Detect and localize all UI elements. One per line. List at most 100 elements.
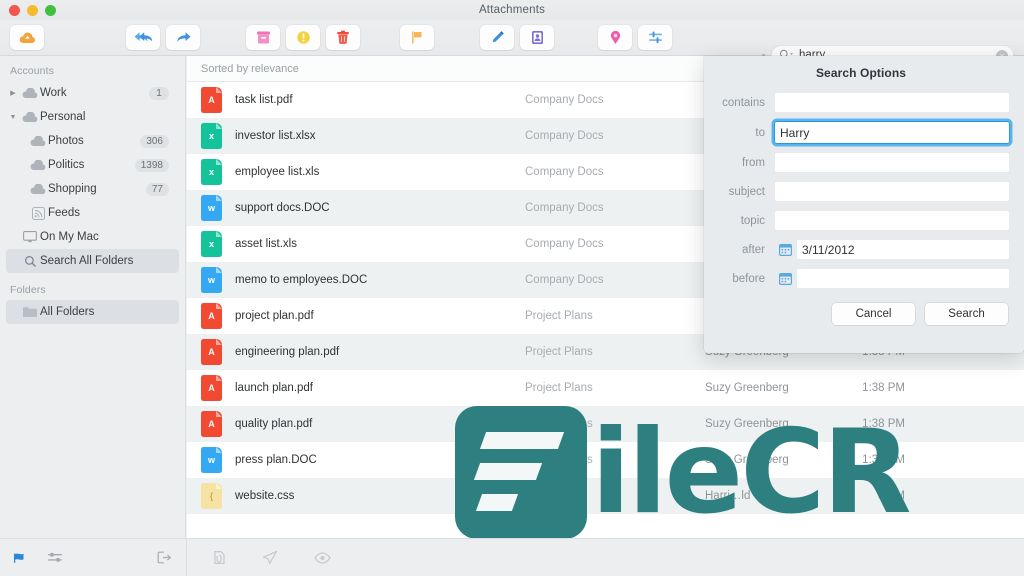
file-time: 1:38 PM bbox=[862, 454, 905, 466]
dialog-field-row: after 3/11/2012 bbox=[712, 239, 1010, 260]
file-name: launch plan.pdf bbox=[235, 382, 314, 394]
cloud-upload-button[interactable] bbox=[10, 25, 44, 50]
dialog-field-row: to Harry bbox=[712, 121, 1010, 144]
file-time: 1:38 PM bbox=[862, 418, 905, 430]
magnifier-icon bbox=[20, 255, 40, 268]
flag-icon bbox=[410, 30, 424, 45]
table-row[interactable]: Alaunch plan.pdf Project Plans Suzy Greenb… bbox=[187, 370, 1024, 406]
file-type-icon: A bbox=[201, 339, 223, 365]
filter-button[interactable] bbox=[638, 25, 672, 50]
bottom-bar-right bbox=[187, 550, 331, 565]
table-row[interactable]: w press plan.DOC Project Plans Suzy Greenbe… bbox=[187, 442, 1024, 478]
sidebar-item-politics[interactable]: Politics 1398 bbox=[6, 153, 179, 177]
dialog-field-row: subject bbox=[712, 181, 1010, 202]
field-input-topic[interactable] bbox=[774, 210, 1010, 231]
cloud-icon bbox=[28, 135, 48, 147]
sidebar-item-search-all-folders[interactable]: Search All Folders bbox=[6, 249, 179, 273]
contacts-button[interactable] bbox=[520, 25, 554, 50]
window-title: Attachments bbox=[478, 4, 546, 16]
sliders-icon[interactable] bbox=[47, 551, 63, 564]
file-sender: Suzy Greenberg bbox=[705, 454, 789, 466]
sidebar-item-personal[interactable]: ▼ Personal bbox=[6, 105, 179, 129]
table-row[interactable]: {website.css Harri…ld 3 PM bbox=[187, 478, 1024, 514]
archive-icon bbox=[256, 30, 271, 45]
toolbar: harry × bbox=[0, 20, 1024, 66]
junk-button[interactable] bbox=[286, 25, 320, 50]
field-input-to[interactable]: Harry bbox=[774, 121, 1010, 144]
file-type-icon: A bbox=[201, 411, 223, 437]
eye-icon[interactable] bbox=[314, 551, 331, 564]
attachment-icon[interactable] bbox=[213, 550, 226, 565]
archive-button[interactable] bbox=[246, 25, 280, 50]
dialog-field-row: from bbox=[712, 152, 1010, 173]
sidebar-item-photos[interactable]: Photos 306 bbox=[6, 129, 179, 153]
send-icon[interactable] bbox=[262, 550, 278, 565]
file-sender: Harri…ld bbox=[705, 490, 751, 502]
junk-icon bbox=[296, 30, 311, 45]
reply-all-button[interactable] bbox=[126, 25, 160, 50]
file-folder: Project Plans bbox=[525, 454, 593, 466]
flag-button[interactable] bbox=[400, 25, 434, 50]
sidebar-item-label: Photos bbox=[48, 135, 84, 147]
file-type-icon: w bbox=[201, 195, 223, 221]
file-name: task list.pdf bbox=[235, 94, 293, 106]
cancel-button[interactable]: Cancel bbox=[832, 303, 915, 325]
tag-icon bbox=[609, 30, 622, 45]
app-window: Attachments harry Accounts ▶ Work 1 ▼ Pe… bbox=[0, 0, 1024, 576]
forward-button[interactable] bbox=[166, 25, 200, 50]
sidebar-item-label: All Folders bbox=[40, 306, 95, 318]
sidebar-heading-accounts: Accounts bbox=[10, 65, 54, 77]
file-type-icon: x bbox=[201, 123, 223, 149]
file-name: investor list.xlsx bbox=[235, 130, 316, 142]
field-input-after[interactable]: 3/11/2012 bbox=[796, 239, 1010, 260]
file-folder: Project Plans bbox=[525, 310, 593, 322]
bottom-bar bbox=[0, 538, 1024, 576]
field-label: before bbox=[732, 272, 765, 285]
calendar-icon[interactable] bbox=[774, 272, 796, 285]
file-name: project plan.pdf bbox=[235, 310, 314, 322]
field-input-subject[interactable] bbox=[774, 181, 1010, 202]
flag-icon[interactable] bbox=[14, 552, 29, 564]
tag-button[interactable] bbox=[598, 25, 632, 50]
sidebar-item-count: 1398 bbox=[134, 158, 169, 172]
cloud-upload-icon bbox=[19, 31, 36, 45]
forward-icon bbox=[175, 31, 192, 44]
field-input-contains[interactable] bbox=[774, 92, 1010, 113]
cloud-icon bbox=[20, 87, 40, 99]
field-input-from[interactable] bbox=[774, 152, 1010, 173]
file-name: engineering plan.pdf bbox=[235, 346, 340, 358]
cloud-icon bbox=[28, 183, 48, 195]
field-label: contains bbox=[722, 96, 765, 109]
file-type-icon: A bbox=[201, 303, 223, 329]
filter-icon bbox=[648, 30, 663, 45]
table-row[interactable]: Aquality plan.pdf Project Plans Suzy Green… bbox=[187, 406, 1024, 442]
sidebar-item-work[interactable]: ▶ Work 1 bbox=[6, 81, 179, 105]
sidebar-item-feeds[interactable]: Feeds bbox=[6, 201, 179, 225]
rss-icon bbox=[28, 206, 48, 220]
sidebar-item-on-my-mac[interactable]: On My Mac bbox=[6, 225, 179, 249]
title-bar: Attachments bbox=[0, 0, 1024, 20]
file-time: 3 PM bbox=[878, 490, 905, 502]
sidebar-item-count: 1 bbox=[149, 86, 169, 100]
field-input-before[interactable] bbox=[796, 268, 1010, 289]
trash-button[interactable] bbox=[326, 25, 360, 50]
file-name: quality plan.pdf bbox=[235, 418, 313, 430]
dialog-fields: contains to Harry from subject topic after 3/11… bbox=[712, 92, 1010, 289]
disclosure-triangle-icon[interactable]: ▶ bbox=[6, 89, 20, 97]
sidebar-item-shopping[interactable]: Shopping 77 bbox=[6, 177, 179, 201]
field-label: subject bbox=[728, 185, 765, 198]
trash-icon bbox=[336, 30, 350, 45]
search-options-dialog: Search Options contains to Harry from subjec… bbox=[704, 56, 1024, 353]
compose-button[interactable] bbox=[480, 25, 514, 50]
sidebar-item-label: Shopping bbox=[48, 183, 97, 195]
dialog-actions: Cancel Search bbox=[712, 303, 1010, 325]
export-icon[interactable] bbox=[157, 551, 172, 564]
file-name: employee list.xls bbox=[235, 166, 320, 178]
file-folder: Company Docs bbox=[525, 94, 604, 106]
search-button[interactable]: Search bbox=[925, 303, 1008, 325]
calendar-icon[interactable] bbox=[774, 243, 796, 256]
disclosure-triangle-icon[interactable]: ▼ bbox=[6, 114, 20, 121]
sidebar-item-all-folders[interactable]: All Folders bbox=[6, 300, 179, 324]
file-sender: Suzy Greenberg bbox=[705, 418, 789, 430]
file-type-icon: w bbox=[201, 267, 223, 293]
